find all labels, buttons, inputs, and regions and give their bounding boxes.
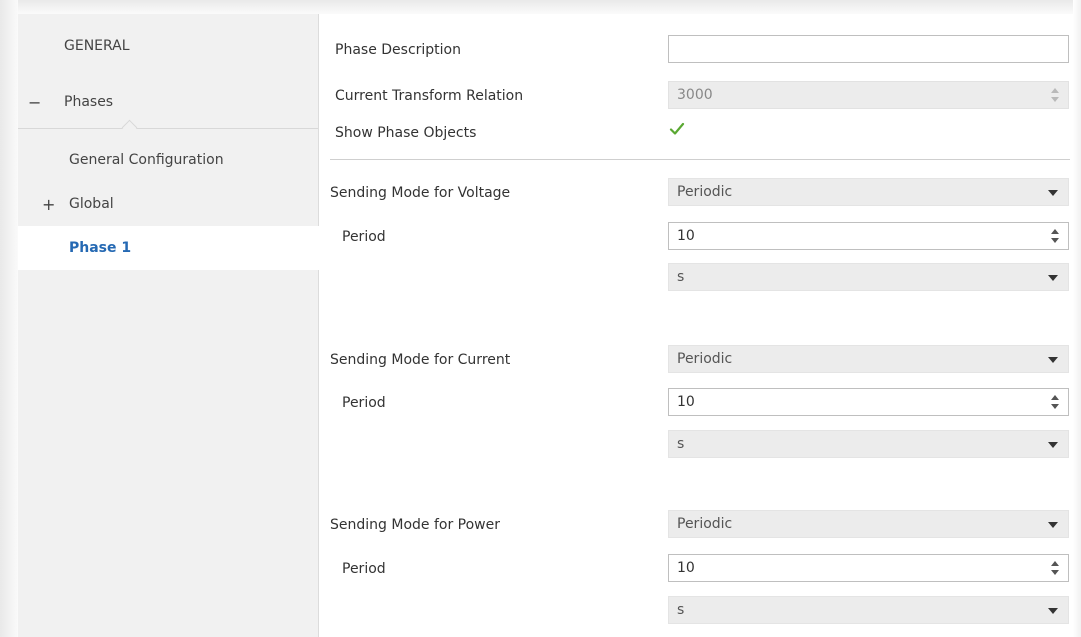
- phase-description-label: Phase Description: [335, 42, 461, 58]
- power-mode-value: Periodic: [677, 516, 733, 532]
- voltage-period-input[interactable]: 10: [668, 222, 1069, 250]
- show-phase-objects-label: Show Phase Objects: [335, 125, 477, 141]
- voltage-mode-label: Sending Mode for Voltage: [330, 185, 511, 201]
- voltage-mode-select[interactable]: Periodic: [668, 178, 1069, 206]
- current-period-input[interactable]: 10: [668, 388, 1069, 416]
- power-mode-select[interactable]: Periodic: [668, 510, 1069, 538]
- show-phase-objects-checkbox[interactable]: [668, 120, 686, 138]
- spinner-arrows-icon[interactable]: [1050, 227, 1060, 245]
- checkmark-icon: [669, 122, 685, 135]
- window-shadow-right: [1073, 0, 1081, 637]
- current-period-label: Period: [342, 395, 386, 411]
- power-period-label: Period: [342, 561, 386, 577]
- sidebar-item-phases[interactable]: − Phases: [18, 80, 318, 124]
- sidebar: GENERAL − Phases General Configuration +…: [18, 14, 319, 637]
- voltage-mode-value: Periodic: [677, 184, 733, 200]
- section-divider: [330, 159, 1070, 160]
- ct-relation-value: 3000: [677, 87, 713, 103]
- chevron-down-icon: [1048, 357, 1058, 363]
- chevron-down-icon: [1048, 275, 1058, 281]
- ct-relation-input: 3000: [668, 81, 1069, 109]
- voltage-period-label: Period: [342, 229, 386, 245]
- sidebar-item-general-configuration[interactable]: General Configuration: [18, 138, 318, 182]
- chevron-down-icon: [1048, 608, 1058, 614]
- sidebar-item-label: Phase 1: [69, 240, 132, 256]
- main-panel: Phase Description Current Transform Rela…: [319, 14, 1073, 637]
- ct-relation-label: Current Transform Relation: [335, 88, 524, 104]
- voltage-unit-value: s: [677, 269, 685, 285]
- sidebar-item-label: Phases: [64, 94, 114, 110]
- current-period-value: 10: [677, 394, 695, 410]
- current-mode-value: Periodic: [677, 351, 733, 367]
- power-mode-label: Sending Mode for Power: [330, 517, 500, 533]
- current-unit-select[interactable]: s: [668, 430, 1069, 458]
- spinner-arrows-icon: [1050, 86, 1060, 104]
- sidebar-item-global[interactable]: + Global: [18, 182, 318, 226]
- power-unit-value: s: [677, 602, 685, 618]
- sidebar-item-general[interactable]: GENERAL: [18, 24, 318, 68]
- chevron-down-icon: [1048, 190, 1058, 196]
- power-unit-select[interactable]: s: [668, 596, 1069, 624]
- current-mode-select[interactable]: Periodic: [668, 345, 1069, 373]
- window-shadow-left: [0, 0, 18, 637]
- phase-description-input[interactable]: [668, 35, 1069, 63]
- expand-icon[interactable]: +: [42, 195, 55, 214]
- power-period-value: 10: [677, 560, 695, 576]
- sidebar-item-label: Global: [69, 196, 114, 212]
- collapse-icon[interactable]: −: [28, 93, 41, 112]
- current-unit-value: s: [677, 436, 685, 452]
- spinner-arrows-icon[interactable]: [1050, 559, 1060, 577]
- sidebar-item-label: GENERAL: [64, 38, 130, 54]
- spinner-arrows-icon[interactable]: [1050, 393, 1060, 411]
- voltage-period-value: 10: [677, 228, 695, 244]
- sidebar-item-label: General Configuration: [69, 152, 224, 168]
- voltage-unit-select[interactable]: s: [668, 263, 1069, 291]
- window-shadow-top: [0, 0, 1081, 14]
- sidebar-item-phase-1[interactable]: Phase 1: [18, 226, 319, 270]
- power-period-input[interactable]: 10: [668, 554, 1069, 582]
- chevron-down-icon: [1048, 522, 1058, 528]
- current-mode-label: Sending Mode for Current: [330, 352, 511, 368]
- divider: [18, 128, 318, 129]
- chevron-down-icon: [1048, 442, 1058, 448]
